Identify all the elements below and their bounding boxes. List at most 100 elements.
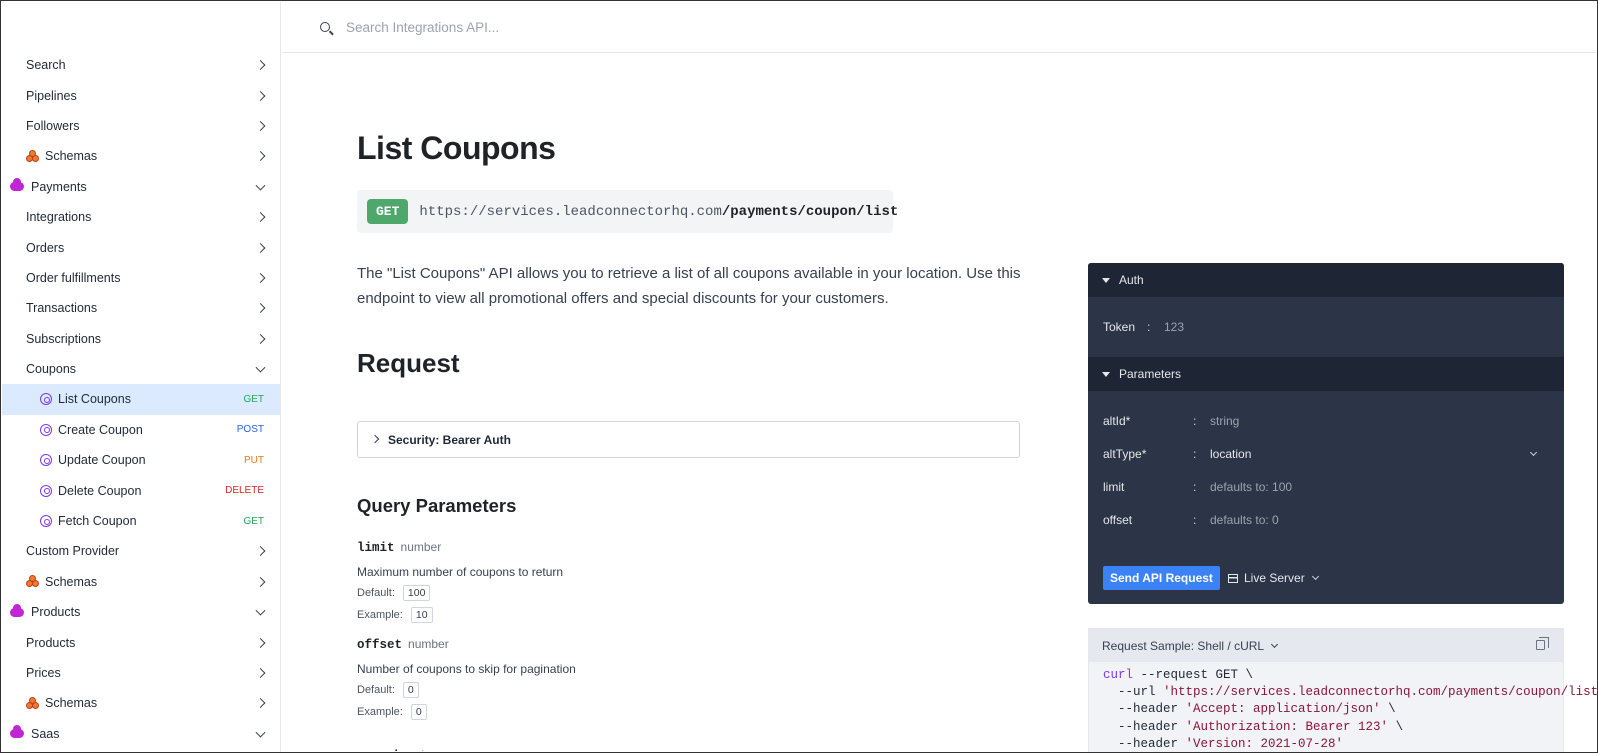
send-api-request-button[interactable]: Send API Request — [1103, 566, 1220, 590]
parameters-section-header[interactable]: Parameters — [1088, 357, 1564, 391]
sidebar-item-schemas[interactable]: Schemas — [2, 567, 280, 597]
param-value-input[interactable]: string — [1210, 414, 1239, 428]
endpoint-icon — [40, 515, 52, 528]
code-block: curl --request GET \ --url 'https://serv… — [1089, 662, 1597, 752]
sidebar-item-integrations[interactable]: Integrations — [2, 202, 280, 232]
default-value: 100 — [402, 585, 431, 601]
sidebar-item-saas[interactable]: Saas — [2, 719, 280, 749]
endpoint-icon — [40, 393, 52, 406]
search-icon — [320, 22, 330, 32]
param-name: offset — [357, 638, 403, 652]
colon: : — [1147, 320, 1151, 334]
sidebar-item-label: Orders — [26, 240, 65, 255]
code-string: 'Authorization: Bearer 123' — [1185, 719, 1389, 734]
chevron-right-icon — [255, 272, 266, 283]
param-value-input[interactable]: location — [1210, 447, 1251, 461]
sidebar-item-search[interactable]: Search — [2, 50, 280, 80]
security-label: Security: Bearer Auth — [388, 432, 511, 447]
param-row-limit: limit: defaults to: 100 — [1088, 470, 1564, 503]
sidebar-item-label: Integrations — [26, 210, 92, 225]
colon: : — [1193, 446, 1197, 461]
method-label: POST — [236, 424, 264, 436]
chevron-down-icon — [255, 727, 266, 738]
server-select[interactable]: Live Server — [1228, 571, 1319, 585]
chevron-down-icon[interactable] — [1529, 448, 1538, 456]
sidebar-item-label: Coupons — [26, 362, 77, 377]
param-default: Default: 0 — [357, 682, 576, 698]
code-line: --url 'https://services.leadconnectorhq.… — [1103, 684, 1597, 701]
security-accordion[interactable]: Security: Bearer Auth — [357, 421, 1020, 458]
sidebar-item-products[interactable]: Products — [2, 627, 280, 657]
sidebar-item-delete-coupon[interactable]: Delete Coupon DELETE — [2, 475, 280, 505]
param-limit: limit number Maximum number of coupons to… — [357, 538, 563, 623]
sidebar-item-schemas[interactable]: Schemas — [2, 141, 280, 171]
param-description: Maximum number of coupons to return — [357, 565, 564, 579]
default-label: Default: — [357, 684, 395, 696]
param-type: number — [408, 637, 449, 651]
code-text: --url — [1103, 685, 1164, 700]
param-value-input[interactable]: defaults to: 100 — [1210, 480, 1292, 494]
sidebar-item-label: Pipelines — [26, 88, 77, 103]
sidebar-item-label: Fetch Coupon — [58, 514, 137, 529]
cloud-icon — [10, 725, 24, 739]
search-bar — [282, 2, 1596, 53]
schemas-icon — [26, 149, 39, 163]
example-label: Example: — [357, 706, 403, 718]
param-search: search string — [357, 746, 437, 751]
sidebar: Search Pipelines Followers Schemas Payments I… — [2, 2, 281, 752]
sidebar-item-update-coupon[interactable]: Update Coupon PUT — [2, 445, 280, 475]
sidebar-item-label: Transactions — [26, 301, 98, 316]
sidebar-item-label: Payments — [31, 179, 87, 194]
param-key: altType* — [1103, 446, 1147, 461]
colon: : — [1193, 479, 1197, 494]
copy-icon[interactable] — [1536, 637, 1549, 650]
sidebar-item-label: Saas — [31, 726, 60, 741]
token-input[interactable]: 123 — [1164, 320, 1184, 334]
code-text: \ — [1380, 702, 1396, 717]
sidebar-item-order-fulfillments[interactable]: Order fulfillments — [2, 263, 280, 293]
search-input[interactable] — [346, 19, 946, 35]
sidebar-item-label: Delete Coupon — [58, 483, 142, 498]
sidebar-item-transactions[interactable]: Transactions — [2, 293, 280, 323]
code-text: \ — [1388, 719, 1404, 734]
sidebar-item-schemas[interactable]: Schemas — [2, 688, 280, 718]
sidebar-item-subscriptions[interactable]: Subscriptions — [2, 324, 280, 354]
auth-section-header[interactable]: Auth — [1088, 263, 1564, 297]
sidebar-item-list-coupons[interactable]: List Coupons GET — [2, 384, 280, 415]
sidebar-item-payments[interactable]: Payments — [2, 172, 280, 202]
page-title: List Coupons — [357, 130, 556, 166]
sidebar-item-coupons[interactable]: Coupons — [2, 354, 280, 384]
sample-language-select: Request Sample: Shell / cURL — [1102, 638, 1265, 653]
sidebar-item-pipelines[interactable]: Pipelines — [2, 80, 280, 110]
sidebar-item-products[interactable]: Products — [2, 597, 280, 627]
endpoint-icon — [40, 454, 52, 467]
example-label: Example: — [357, 609, 403, 621]
sidebar-item-prices[interactable]: Prices — [2, 658, 280, 688]
app-window: Search Pipelines Followers Schemas Payments I… — [0, 0, 1598, 753]
code-text: --header — [1103, 736, 1186, 751]
sidebar-item-fetch-coupon[interactable]: Fetch Coupon GET — [2, 506, 280, 536]
chevron-right-icon — [255, 242, 266, 253]
sample-header[interactable]: Request Sample: Shell / cURL — [1089, 629, 1563, 662]
token-label: Token — [1103, 320, 1136, 334]
param-key: offset — [1103, 512, 1133, 527]
caret-down-icon — [1102, 277, 1110, 283]
sidebar-item-label: Products — [31, 605, 81, 620]
code-keyword: curl — [1103, 668, 1134, 682]
sidebar-item-followers[interactable]: Followers — [2, 111, 280, 141]
sidebar-header — [2, 2, 280, 50]
endpoint-url: https://services.leadconnectorhq.com/pay… — [419, 204, 898, 220]
sidebar-item-custom-provider[interactable]: Custom Provider — [2, 536, 280, 566]
param-value-input[interactable]: defaults to: 0 — [1210, 513, 1279, 527]
sidebar-item-orders[interactable]: Orders — [2, 232, 280, 262]
chevron-down-icon — [255, 605, 266, 616]
sidebar-item-label: Order fulfillments — [26, 270, 121, 285]
sidebar-item-create-coupon[interactable]: Create Coupon POST — [2, 415, 280, 445]
sidebar-item-label: Followers — [26, 118, 80, 133]
chevron-down-icon — [1311, 572, 1319, 581]
method-badge: GET — [367, 199, 409, 224]
code-line: --header 'Accept: application/json' \ — [1103, 701, 1563, 718]
code-string: 'Version: 2021-07-28' — [1185, 736, 1344, 751]
endpoint-icon — [40, 484, 52, 497]
param-name: search — [357, 749, 402, 751]
